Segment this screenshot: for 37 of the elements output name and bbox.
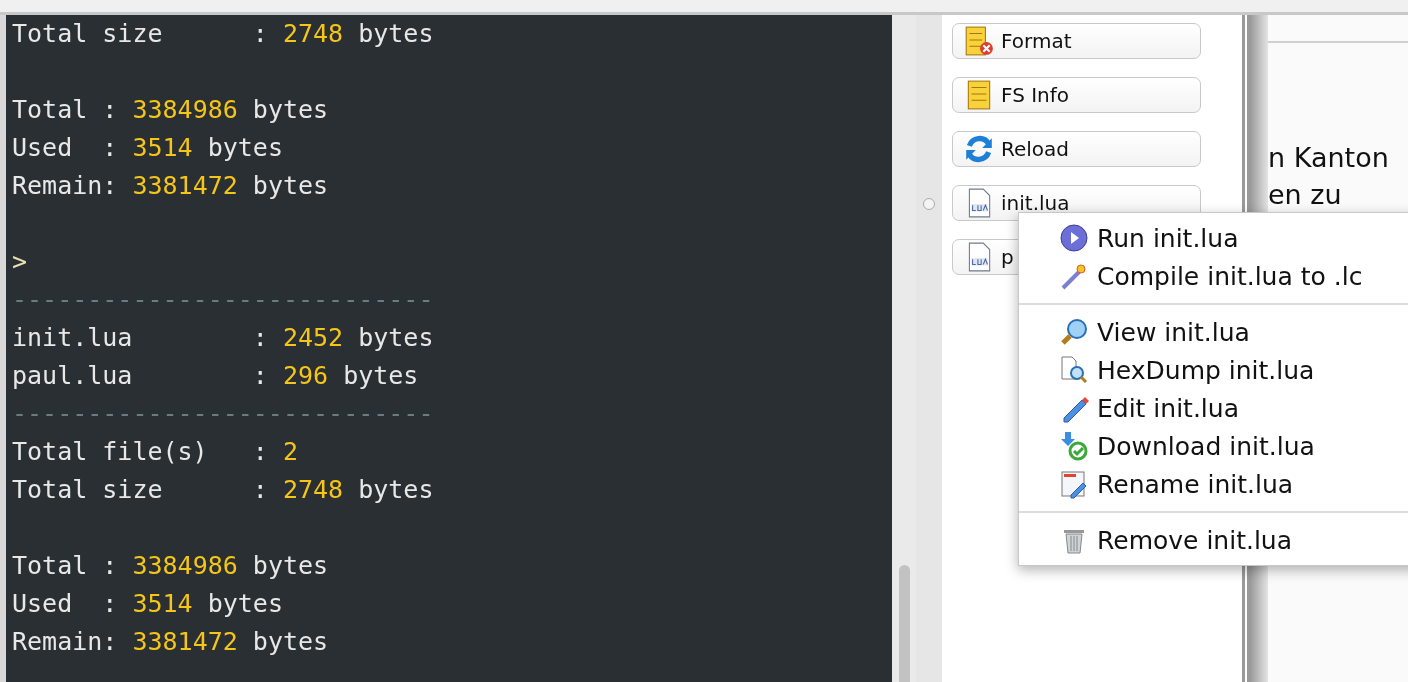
cabinet-cross-icon [963,25,995,57]
output-line: Total size : 2748 bytes [12,18,435,50]
output-line: Used : 3514 bytes [12,132,284,164]
output-line: Total size : 2748 bytes [12,474,435,506]
menu-item[interactable]: Download init.lua [1019,427,1408,465]
reload-icon [963,133,995,165]
document-text: en zu [1268,178,1343,212]
output-line: Total : 3384986 bytes [12,94,330,126]
file-button[interactable]: Format [952,23,1201,59]
menu-item[interactable]: Run init.lua [1019,219,1408,257]
separator-text: ---------------------------- [12,398,435,430]
output-line: Used : 3514 bytes [12,588,284,620]
play-icon [1059,223,1089,253]
output-line: Total file(s) : 2 [12,436,299,468]
output-line: Remain: 3381472 bytes [12,170,330,202]
output-line: Remain: 3381472 bytes [12,626,330,658]
split-handle[interactable] [923,197,935,210]
menu-item[interactable]: Edit init.lua [1019,389,1408,427]
prompt: > [12,246,29,278]
separator-text: ---------------------------- [12,284,435,316]
document-text: n Kanton [1268,141,1390,175]
menu-item[interactable]: Compile init.lua to .lc [1019,257,1408,295]
menu-item[interactable]: Rename init.lua [1019,465,1408,503]
file-button[interactable]: Reload [952,131,1201,167]
menu-item[interactable]: HexDump init.lua [1019,351,1408,389]
scrollbar-thumb[interactable] [899,565,910,682]
menu-item[interactable]: Remove init.lua [1019,521,1408,559]
file-button[interactable]: FS Info [952,77,1201,113]
magnifier-icon [1059,317,1089,347]
menu-item[interactable]: View init.lua [1019,313,1408,351]
output-line: paul.lua : 296 bytes [12,360,420,392]
form-pencil-icon [1059,469,1089,499]
download-check-icon [1059,431,1089,461]
magic-wand-icon [1059,261,1089,291]
output-line: Total : 3384986 bytes [12,550,330,582]
output-line: init.lua : 2452 bytes [12,322,435,354]
document-magnifier-icon [1059,355,1089,385]
